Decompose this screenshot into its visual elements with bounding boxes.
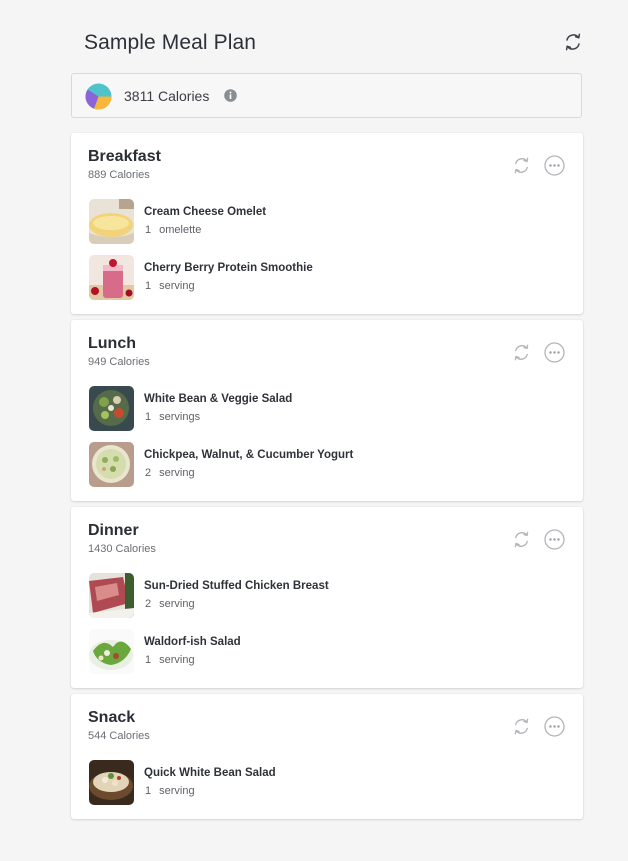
food-name: Sun-Dried Stuffed Chicken Breast xyxy=(144,580,329,592)
food-item[interactable]: Quick White Bean Salad 1 serving xyxy=(89,760,565,806)
meal-title: Breakfast xyxy=(88,148,161,165)
food-quantity: 1 servings xyxy=(145,411,201,423)
meal-actions xyxy=(503,155,565,177)
macro-pie-chart-icon xyxy=(85,83,112,110)
meal-actions xyxy=(503,529,565,551)
more-options-icon[interactable] xyxy=(544,529,565,550)
chickpea-yogurt-photo xyxy=(89,442,134,487)
meal-card-dinner: Dinner 1430 Calories Sun-Dried Stuffed C… xyxy=(71,507,583,688)
meal-calories: 889 Calories xyxy=(88,169,150,181)
chicken-photo xyxy=(89,573,134,618)
meal-card-snack: Snack 544 Calories Quick White Bean Sala… xyxy=(71,694,583,819)
food-quantity: 1 serving xyxy=(145,785,195,797)
food-quantity: 2 serving xyxy=(145,598,195,610)
info-icon[interactable] xyxy=(224,89,237,102)
meal-actions xyxy=(503,716,565,738)
food-quantity: 2 serving xyxy=(145,467,195,479)
food-item[interactable]: White Bean & Veggie Salad 1 servings xyxy=(89,386,565,432)
more-options-icon[interactable] xyxy=(544,716,565,737)
meal-calories: 1430 Calories xyxy=(88,543,156,555)
page-title: Sample Meal Plan xyxy=(84,31,257,54)
header: Sample Meal Plan xyxy=(84,31,584,59)
food-name: White Bean & Veggie Salad xyxy=(144,393,293,405)
omelet-photo xyxy=(89,199,134,244)
refresh-icon[interactable] xyxy=(562,31,584,53)
refresh-icon[interactable] xyxy=(511,529,532,550)
food-quantity: 1 serving xyxy=(145,280,195,292)
waldorf-salad-photo xyxy=(89,629,134,674)
meal-title: Snack xyxy=(88,709,136,726)
white-bean-salad-photo xyxy=(89,760,134,805)
meal-card-breakfast: Breakfast 889 Calories Cream Cheese Omel… xyxy=(71,133,583,314)
meal-title: Lunch xyxy=(88,335,136,352)
more-options-icon[interactable] xyxy=(544,155,565,176)
food-item[interactable]: Waldorf-ish Salad 1 serving xyxy=(89,629,565,675)
meal-calories: 949 Calories xyxy=(88,356,150,368)
food-name: Waldorf-ish Salad xyxy=(144,636,241,648)
more-options-icon[interactable] xyxy=(544,342,565,363)
food-name: Cherry Berry Protein Smoothie xyxy=(144,262,313,274)
smoothie-photo xyxy=(89,255,134,300)
food-item[interactable]: Cream Cheese Omelet 1 omelette xyxy=(89,199,565,245)
meal-actions xyxy=(503,342,565,364)
food-name: Chickpea, Walnut, & Cucumber Yogurt xyxy=(144,449,354,461)
total-calories: 3811 Calories xyxy=(124,88,210,104)
food-item[interactable]: Chickpea, Walnut, & Cucumber Yogurt 2 ser… xyxy=(89,442,565,488)
meal-card-lunch: Lunch 949 Calories White Bean & Veggie S… xyxy=(71,320,583,501)
food-name: Cream Cheese Omelet xyxy=(144,206,267,218)
meal-title: Dinner xyxy=(88,522,139,539)
food-item[interactable]: Sun-Dried Stuffed Chicken Breast 2 servin… xyxy=(89,573,565,619)
food-quantity: 1 serving xyxy=(145,654,195,666)
food-item[interactable]: Cherry Berry Protein Smoothie 1 serving xyxy=(89,255,565,301)
refresh-icon[interactable] xyxy=(511,716,532,737)
food-quantity: 1 omelette xyxy=(145,224,202,236)
food-name: Quick White Bean Salad xyxy=(144,767,276,779)
calorie-summary: 3811 Calories xyxy=(71,73,582,118)
refresh-icon[interactable] xyxy=(511,155,532,176)
meal-calories: 544 Calories xyxy=(88,730,150,742)
bean-salad-photo xyxy=(89,386,134,431)
refresh-icon[interactable] xyxy=(511,342,532,363)
